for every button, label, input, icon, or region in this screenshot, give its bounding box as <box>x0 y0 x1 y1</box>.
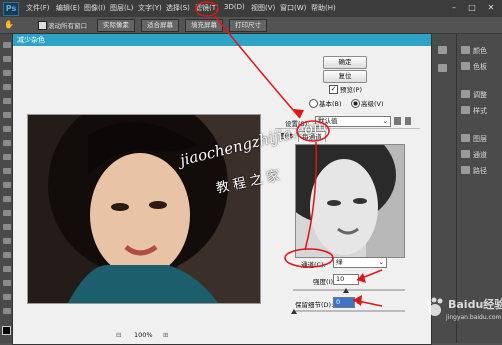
channel-arrow-line <box>304 141 317 251</box>
strength-arrow-head <box>357 273 366 283</box>
per-channel-tab-circle <box>296 120 330 142</box>
detail-arrow-head <box>353 295 362 306</box>
filter-arrow-line <box>214 15 301 119</box>
annotation-overlay <box>195 1 383 307</box>
channel-select-circle <box>284 248 334 268</box>
filter-menu-circle <box>195 1 219 17</box>
